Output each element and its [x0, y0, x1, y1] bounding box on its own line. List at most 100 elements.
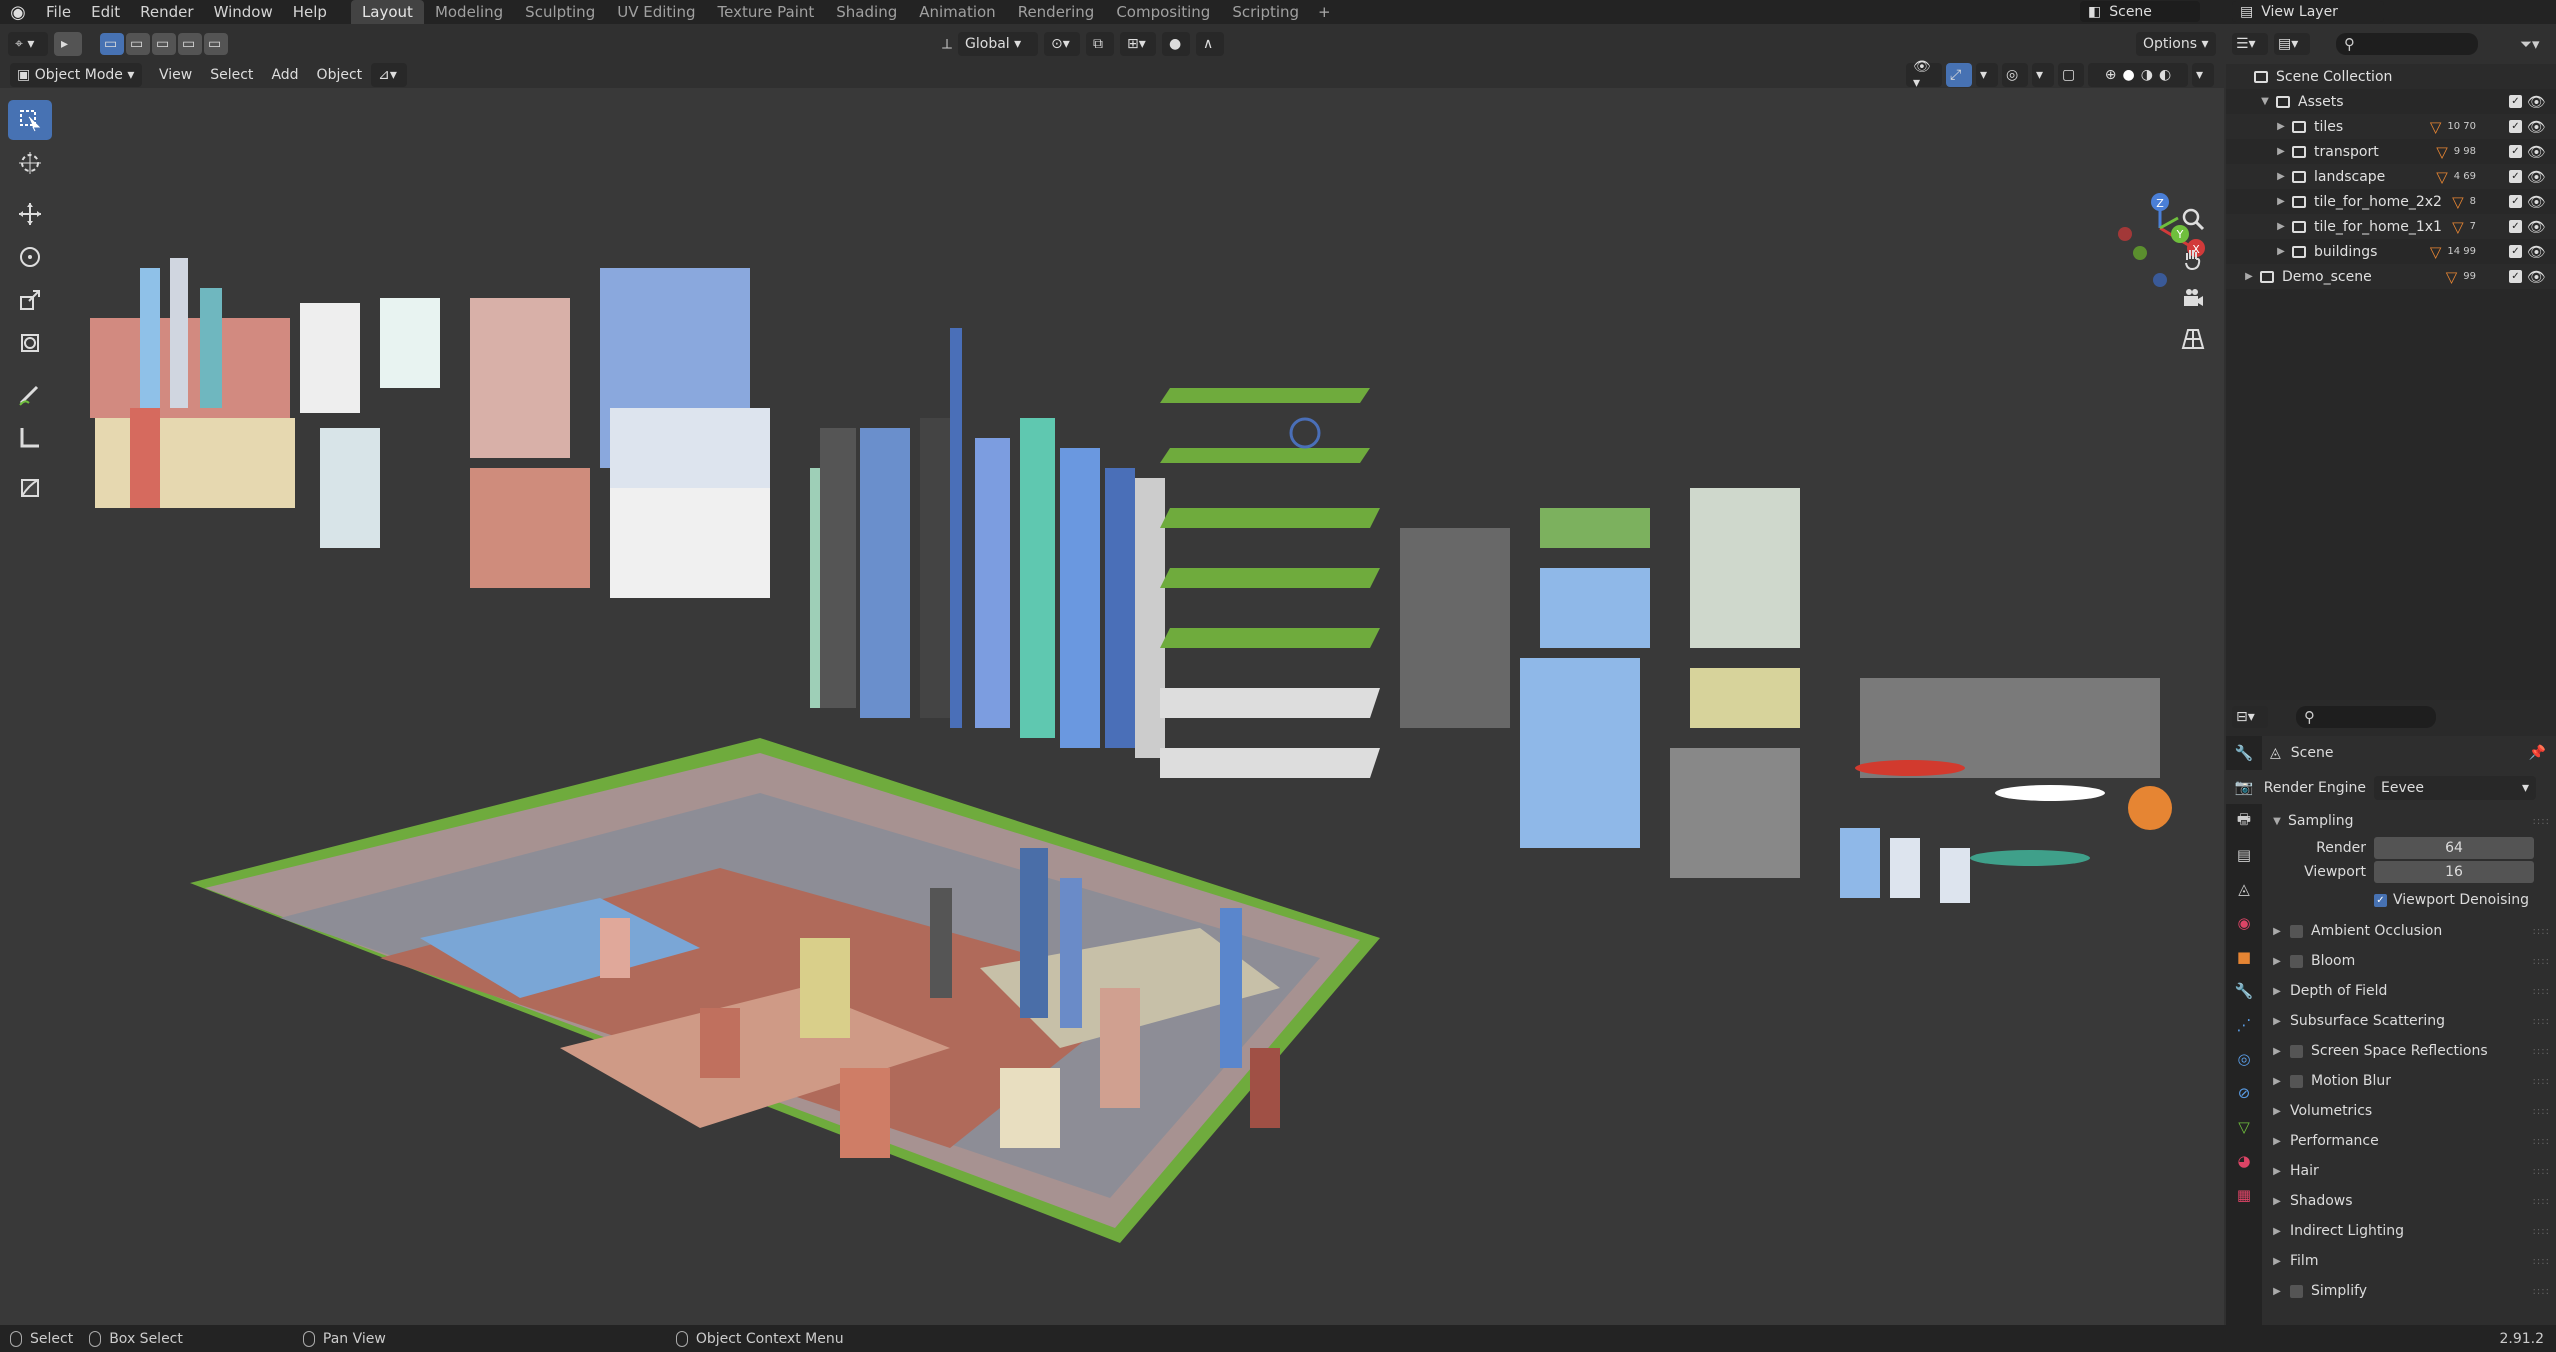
collapsed-icon[interactable]: ▶: [2242, 271, 2256, 282]
section-shadows[interactable]: ▶ Shadows::::: [2262, 1186, 2556, 1216]
transform-affect-dropdown[interactable]: ⊿▾: [371, 63, 408, 87]
section-bloom[interactable]: ▶ Bloom::::: [2262, 946, 2556, 976]
tab-rendering[interactable]: Rendering: [1007, 0, 1106, 24]
section-indirect-lighting[interactable]: ▶ Indirect Lighting::::: [2262, 1216, 2556, 1246]
outliner-editor-type[interactable]: ☰▾: [2232, 33, 2268, 55]
tab-sculpting[interactable]: Sculpting: [514, 0, 606, 24]
tab-texture-paint[interactable]: Texture Paint: [706, 0, 825, 24]
section-checkbox[interactable]: [2290, 1044, 2303, 1058]
section-volumetrics[interactable]: ▶ Volumetrics::::: [2262, 1096, 2556, 1126]
viewport-menu-view[interactable]: View: [150, 67, 201, 83]
drag-handle-icon[interactable]: ::::: [2533, 1256, 2550, 1267]
eye-icon[interactable]: 👁: [2527, 143, 2546, 161]
outliner-row-landscape[interactable]: ▶ landscape ▽ 4 69 ✓ 👁: [2226, 164, 2556, 189]
render-samples-field[interactable]: 64: [2374, 837, 2534, 859]
outliner-row-transport[interactable]: ▶ transport ▽ 9 98 ✓ 👁: [2226, 139, 2556, 164]
scene-collection-row[interactable]: Scene Collection: [2226, 64, 2556, 89]
tab-shading[interactable]: Shading: [825, 0, 908, 24]
expanded-icon[interactable]: ▼: [2258, 96, 2272, 107]
active-tool-button[interactable]: ▸: [54, 32, 82, 56]
section-checkbox[interactable]: [2290, 1074, 2303, 1088]
gizmo-toggle[interactable]: ⤢: [1946, 63, 1972, 87]
3d-viewport[interactable]: Z X Y: [0, 88, 2224, 1325]
transport-asset-group[interactable]: [1840, 678, 2172, 903]
shading-dropdown[interactable]: ▾: [2192, 63, 2214, 87]
filter-icon[interactable]: ⏷▾: [2520, 35, 2550, 53]
section-hair[interactable]: ▶ Hair::::: [2262, 1156, 2556, 1186]
modifiers-tab-icon[interactable]: 🔧: [2226, 974, 2262, 1008]
menu-window[interactable]: Window: [204, 3, 283, 21]
eye-icon[interactable]: 👁: [2527, 93, 2546, 111]
perspective-grid-icon[interactable]: [2174, 320, 2212, 358]
view-layer-tab-icon[interactable]: ▤: [2226, 838, 2262, 872]
solid-shading-icon[interactable]: ●: [2123, 67, 2135, 83]
output-tab-icon[interactable]: 🖶: [2226, 804, 2262, 838]
rotate-tool[interactable]: [8, 237, 52, 277]
denoising-checkbox[interactable]: ✓: [2374, 893, 2387, 907]
landscape-asset-group[interactable]: [1160, 388, 1380, 778]
eye-icon[interactable]: 👁: [2527, 243, 2546, 261]
gizmo-dropdown[interactable]: ▾: [1976, 63, 1998, 87]
viewport-menu-select[interactable]: Select: [201, 67, 262, 83]
collapsed-icon[interactable]: ▶: [2274, 196, 2288, 207]
menu-render[interactable]: Render: [130, 3, 203, 21]
drag-handle-icon[interactable]: ::::: [2533, 1196, 2550, 1207]
collapsed-icon[interactable]: ▶: [2274, 121, 2288, 132]
properties-editor-type[interactable]: ⊟▾: [2232, 706, 2268, 728]
drag-handle-icon[interactable]: ::::: [2533, 1046, 2550, 1057]
section-screen-space-reflections[interactable]: ▶ Screen Space Reflections::::: [2262, 1036, 2556, 1066]
add-workspace-button[interactable]: +: [1310, 3, 1339, 21]
section-film[interactable]: ▶ Film::::: [2262, 1246, 2556, 1276]
select-box-tool[interactable]: [8, 100, 52, 140]
view-layer-selector[interactable]: ▤ View Layer: [2232, 1, 2384, 22]
eye-icon[interactable]: 👁: [2527, 118, 2546, 136]
drag-handle-icon[interactable]: ::::: [2533, 1076, 2550, 1087]
tab-modeling[interactable]: Modeling: [424, 0, 514, 24]
tab-scripting[interactable]: Scripting: [1221, 0, 1310, 24]
tab-animation[interactable]: Animation: [908, 0, 1006, 24]
exclude-checkbox[interactable]: ✓: [2509, 145, 2522, 158]
exclude-checkbox[interactable]: ✓: [2509, 245, 2522, 258]
skyscrapers-asset-group[interactable]: [810, 328, 1165, 758]
proportional-edit-toggle[interactable]: ●: [1162, 32, 1191, 56]
visibility-dropdown[interactable]: 👁▾: [1906, 59, 1942, 91]
tab-uv-editing[interactable]: UV Editing: [606, 0, 706, 24]
select-invert-button[interactable]: ▭: [178, 33, 202, 55]
section-checkbox[interactable]: [2290, 1284, 2303, 1298]
section-subsurface-scattering[interactable]: ▶ Subsurface Scattering::::: [2262, 1006, 2556, 1036]
object-tab-icon[interactable]: ■: [2226, 940, 2262, 974]
measure-tool[interactable]: [8, 417, 52, 457]
menu-help[interactable]: Help: [283, 3, 337, 21]
annotate-tool[interactable]: [8, 374, 52, 414]
menu-file[interactable]: File: [36, 3, 81, 21]
section-checkbox[interactable]: [2290, 954, 2303, 968]
world-tab-icon[interactable]: ◉: [2226, 906, 2262, 940]
outliner-row-assets[interactable]: ▼ Assets ✓ 👁: [2226, 89, 2556, 114]
scale-tool[interactable]: [8, 280, 52, 320]
drag-handle-icon[interactable]: ::::: [2533, 1136, 2550, 1147]
particles-tab-icon[interactable]: ⋰: [2226, 1008, 2262, 1042]
section-simplify[interactable]: ▶ Simplify::::: [2262, 1276, 2556, 1306]
exclude-checkbox[interactable]: ✓: [2509, 195, 2522, 208]
mode-dropdown[interactable]: ▣ Object Mode ▾: [10, 63, 142, 87]
cursor-tool[interactable]: [8, 143, 52, 183]
properties-search[interactable]: ⚲: [2296, 706, 2436, 728]
render-engine-dropdown[interactable]: Eevee ▾: [2374, 776, 2536, 800]
select-intersect-button[interactable]: ▭: [204, 33, 228, 55]
drag-handle-icon[interactable]: ::::: [2533, 1016, 2550, 1027]
section-performance[interactable]: ▶ Performance::::: [2262, 1126, 2556, 1156]
drag-handle-icon[interactable]: ::::: [2533, 1226, 2550, 1237]
select-subtract-button[interactable]: ▭: [152, 33, 176, 55]
render-tab-icon[interactable]: 📷: [2226, 770, 2262, 804]
section-checkbox[interactable]: [2290, 924, 2303, 938]
section-depth-of-field[interactable]: ▶ Depth of Field::::: [2262, 976, 2556, 1006]
display-mode-dropdown[interactable]: ▤▾: [2274, 33, 2310, 55]
tab-compositing[interactable]: Compositing: [1105, 0, 1221, 24]
demo-city-scene[interactable]: [190, 738, 1380, 1243]
zoom-icon[interactable]: [2174, 200, 2212, 238]
collapsed-icon[interactable]: ▶: [2274, 246, 2288, 257]
exclude-checkbox[interactable]: ✓: [2509, 95, 2522, 108]
scene-selector[interactable]: ◧ Scene: [2080, 1, 2200, 22]
collapsed-icon[interactable]: ▶: [2274, 146, 2288, 157]
viewport-samples-field[interactable]: 16: [2374, 861, 2534, 883]
